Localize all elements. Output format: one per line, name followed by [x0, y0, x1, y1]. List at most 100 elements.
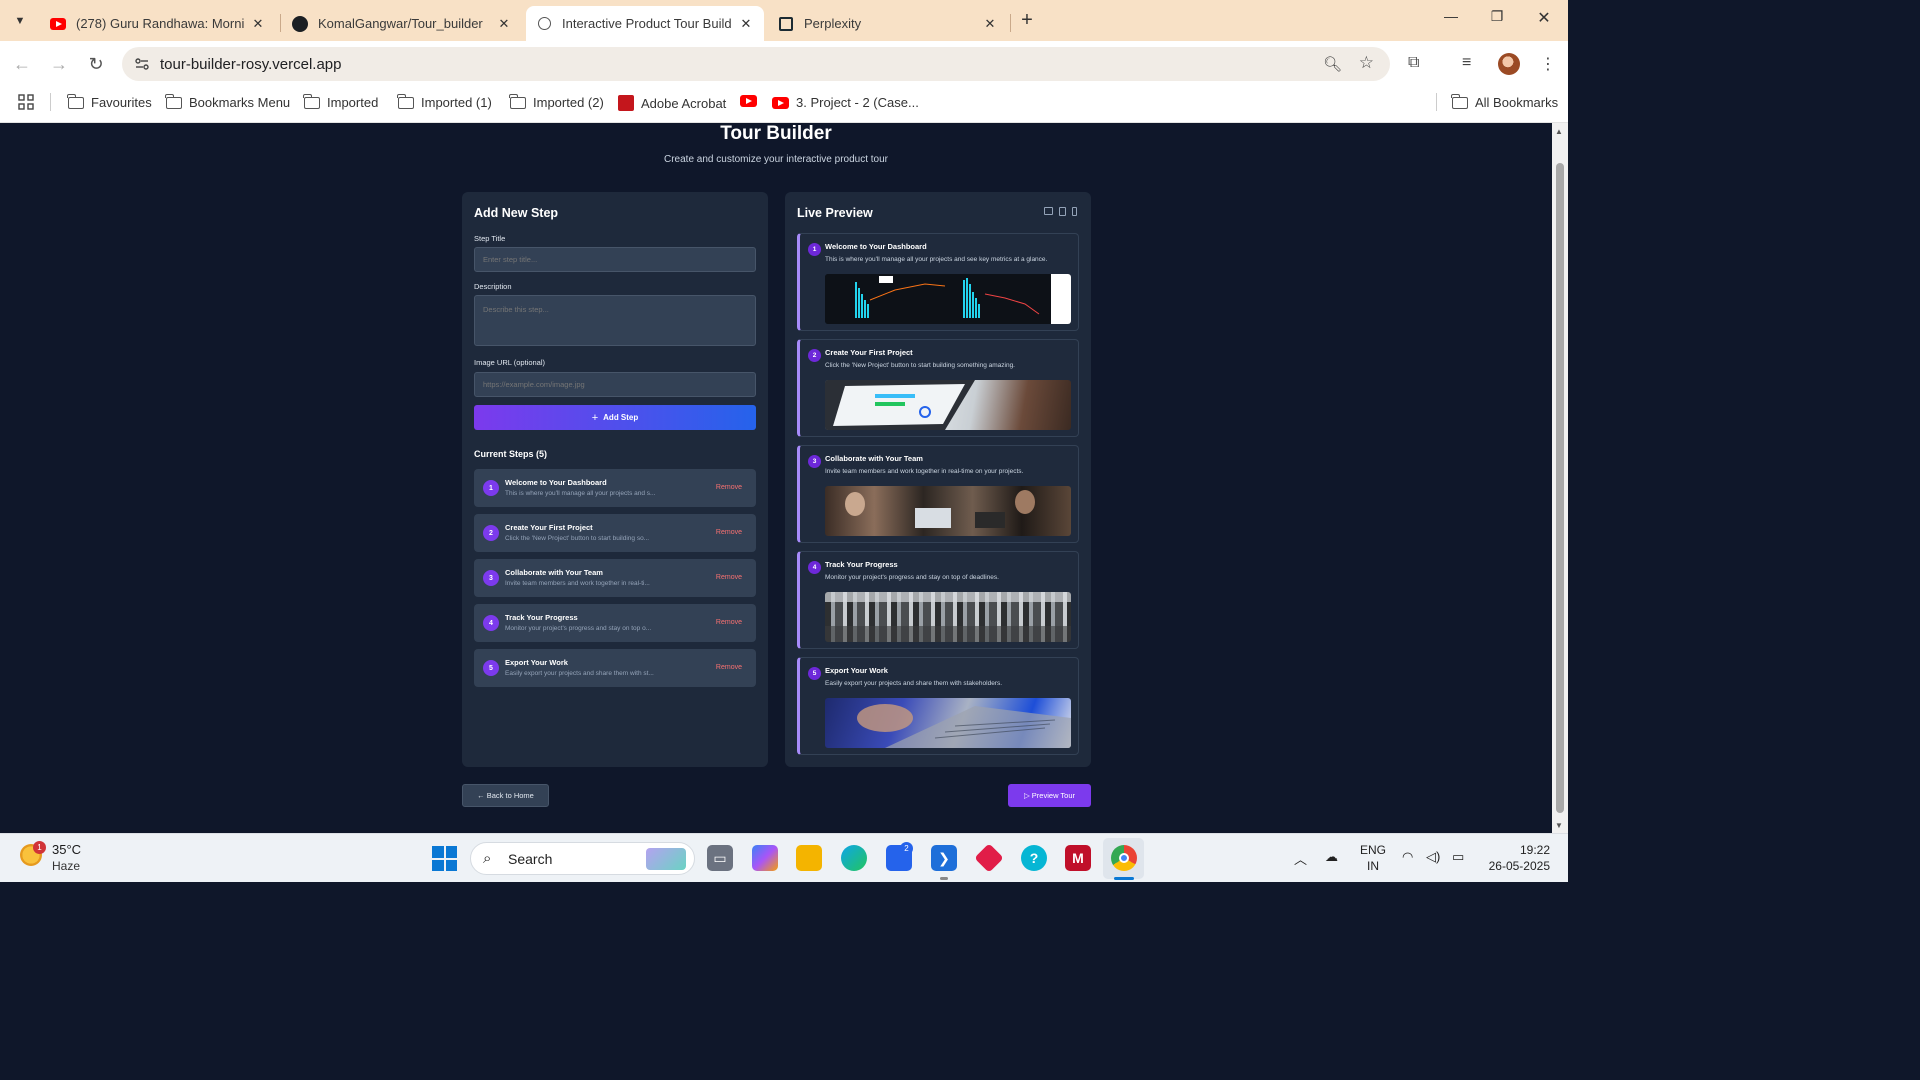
- preview-desc: Invite team members and work together in…: [825, 468, 1024, 475]
- close-icon[interactable]: ✕: [982, 16, 998, 32]
- back-arrow-icon[interactable]: ←: [9, 51, 35, 77]
- live-preview-heading: Live Preview: [797, 206, 873, 220]
- acrobat-icon: [618, 95, 634, 111]
- wifi-icon[interactable]: ◠: [1402, 849, 1413, 865]
- forward-arrow-icon[interactable]: →: [46, 51, 72, 77]
- preview-tour-button[interactable]: ▷ Preview Tour: [1008, 784, 1091, 807]
- back-to-home-button[interactable]: ← Back to Home: [462, 784, 549, 807]
- step-title-input[interactable]: [474, 247, 756, 272]
- close-icon[interactable]: ✕: [496, 16, 512, 32]
- tab-github[interactable]: KomalGangwar/Tour_builder ✕: [282, 6, 522, 41]
- new-tab-icon[interactable]: +: [1014, 8, 1040, 34]
- preview-image-team: [825, 486, 1071, 536]
- tablet-icon[interactable]: [1059, 207, 1066, 216]
- step-title: Welcome to Your Dashboard: [505, 478, 607, 487]
- scroll-down-icon[interactable]: ▼: [1555, 821, 1563, 830]
- tray-overflow-icon[interactable]: ︿: [1294, 849, 1307, 868]
- more-menu-icon[interactable]: ⋮: [1540, 54, 1556, 74]
- restore-icon[interactable]: ❐: [1482, 8, 1512, 25]
- image-url-input[interactable]: [474, 372, 756, 397]
- taskbar-search[interactable]: ⌕ Search: [470, 842, 695, 875]
- bookmark-favourites[interactable]: Favourites: [67, 93, 152, 110]
- remove-step-button[interactable]: Remove: [716, 574, 742, 581]
- bookmark-adobe-acrobat[interactable]: Adobe Acrobat: [618, 95, 726, 111]
- task-view-icon[interactable]: ▭: [707, 845, 733, 871]
- remove-step-button[interactable]: Remove: [716, 664, 742, 671]
- onedrive-icon[interactable]: ☁: [1325, 849, 1338, 865]
- lang-code: ENG: [1360, 843, 1387, 857]
- file-explorer-icon[interactable]: [796, 845, 822, 871]
- preview-number-badge: 3: [808, 455, 821, 468]
- remove-step-button[interactable]: Remove: [716, 529, 742, 536]
- mobile-icon[interactable]: [1072, 207, 1077, 216]
- reload-icon[interactable]: ↻: [83, 51, 109, 77]
- weather-temp[interactable]: 35°C: [52, 842, 81, 857]
- windows-start-icon[interactable]: [432, 846, 457, 871]
- tab-perplexity[interactable]: Perplexity ✕: [768, 6, 1008, 41]
- bookmark-imported[interactable]: Imported: [303, 93, 378, 110]
- tab-search-menu-icon[interactable]: ▼: [6, 7, 34, 35]
- bookmark-label: Imported (2): [533, 95, 604, 110]
- minimize-icon[interactable]: —: [1436, 8, 1466, 24]
- close-icon[interactable]: ✕: [738, 16, 754, 32]
- folder-icon: [509, 93, 526, 109]
- help-icon[interactable]: ?: [1021, 845, 1047, 871]
- close-icon[interactable]: ✕: [250, 16, 266, 32]
- preview-card: 3 Collaborate with Your Team Invite team…: [797, 445, 1079, 543]
- apps-grid-icon[interactable]: [18, 94, 34, 110]
- add-step-button[interactable]: + Add Step: [474, 405, 756, 430]
- scroll-up-icon[interactable]: ▲: [1555, 127, 1563, 136]
- tab-title: Perplexity: [804, 16, 862, 31]
- page-scrollbar[interactable]: ▲ ▼: [1552, 123, 1568, 833]
- language-indicator[interactable]: ENG IN: [1360, 842, 1386, 874]
- media-controls-icon[interactable]: ≡: [1462, 54, 1471, 72]
- battery-icon[interactable]: ▭: [1452, 849, 1464, 865]
- bookmark-label: Adobe Acrobat: [641, 95, 727, 111]
- bookmarks-divider: [1436, 93, 1437, 111]
- bookmark-star-icon[interactable]: ☆: [1359, 53, 1374, 73]
- tab-youtube[interactable]: (278) Guru Randhawa: Morni Ba ✕: [40, 6, 276, 41]
- url-text[interactable]: tour-builder-rosy.vercel.app: [160, 56, 341, 73]
- clock-time: 19:22: [1519, 843, 1550, 857]
- description-label: Description: [474, 282, 512, 291]
- add-step-panel: Add New Step Step Title Description Imag…: [462, 192, 768, 767]
- preview-title: Create Your First Project: [825, 348, 913, 357]
- edge-icon[interactable]: [841, 845, 867, 871]
- bookmark-youtube[interactable]: [740, 95, 764, 107]
- extensions-icon[interactable]: ⧉: [1408, 54, 1419, 72]
- bookmark-all-bookmarks[interactable]: All Bookmarks: [1451, 93, 1558, 110]
- omnibox[interactable]: tour-builder-rosy.vercel.app 🔍︎ ☆: [122, 47, 1390, 81]
- preview-title: Track Your Progress: [825, 560, 898, 569]
- system-clock[interactable]: 19:22 26-05-2025: [1484, 842, 1550, 874]
- step-desc: Easily export your projects and share th…: [505, 670, 654, 677]
- window-close-icon[interactable]: ✕: [1529, 8, 1559, 28]
- live-preview-panel: Live Preview 1 Welcome to Your Dashboard…: [785, 192, 1091, 767]
- remove-step-button[interactable]: Remove: [716, 619, 742, 626]
- bookmark-imported-1[interactable]: Imported (1): [397, 93, 492, 110]
- page-title: Tour Builder: [720, 123, 832, 144]
- weather-badge: 1: [33, 841, 46, 854]
- chrome-icon[interactable]: [1111, 845, 1137, 871]
- preview-image-laptop: [825, 380, 1071, 430]
- tab-title: KomalGangwar/Tour_builder: [318, 16, 483, 31]
- copilot-icon[interactable]: [752, 845, 778, 871]
- tab-tour-builder[interactable]: Interactive Product Tour Builder ✕: [526, 6, 764, 41]
- vscode-icon[interactable]: ❯: [931, 845, 957, 871]
- git-icon[interactable]: [974, 843, 1004, 873]
- mcafee-icon[interactable]: M: [1065, 845, 1091, 871]
- profile-avatar[interactable]: [1498, 53, 1520, 75]
- bookmark-label: Favourites: [91, 95, 152, 110]
- weather-condition[interactable]: Haze: [52, 859, 80, 873]
- bookmark-bookmarks-menu[interactable]: Bookmarks Menu: [165, 93, 290, 110]
- description-textarea[interactable]: [474, 295, 756, 346]
- current-steps-heading: Current Steps (5): [474, 449, 548, 459]
- desktop-icon[interactable]: [1044, 207, 1053, 215]
- bookmark-project-2[interactable]: 3. Project - 2 (Case...: [772, 95, 919, 110]
- zoom-icon[interactable]: 🔍︎: [1323, 55, 1342, 73]
- scrollbar-thumb[interactable]: [1556, 163, 1564, 813]
- remove-step-button[interactable]: Remove: [716, 484, 742, 491]
- search-label: Search: [508, 851, 553, 867]
- bookmark-imported-2[interactable]: Imported (2): [509, 93, 604, 110]
- site-settings-icon[interactable]: [134, 56, 150, 72]
- volume-icon[interactable]: ◁): [1426, 849, 1440, 865]
